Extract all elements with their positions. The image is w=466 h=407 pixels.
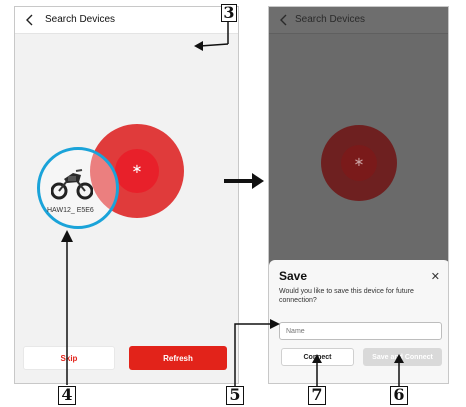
callout-3-arrowhead bbox=[194, 41, 203, 51]
callout-7-arrowhead bbox=[312, 354, 322, 363]
callout-5-arrowhead bbox=[270, 319, 280, 329]
annotation-overlay bbox=[61, 22, 404, 387]
callout-3: 3 bbox=[221, 4, 237, 22]
callout-4-arrowhead bbox=[61, 230, 73, 242]
callout-5-line bbox=[234, 323, 272, 386]
callout-4: 4 bbox=[58, 386, 76, 405]
callout-6-arrowhead bbox=[394, 354, 404, 363]
transition-arrow-head bbox=[252, 173, 264, 189]
callout-5: 5 bbox=[226, 386, 244, 405]
callout-3-line bbox=[199, 43, 229, 47]
callout-7: 7 bbox=[308, 386, 326, 405]
callout-6: 6 bbox=[390, 386, 408, 405]
